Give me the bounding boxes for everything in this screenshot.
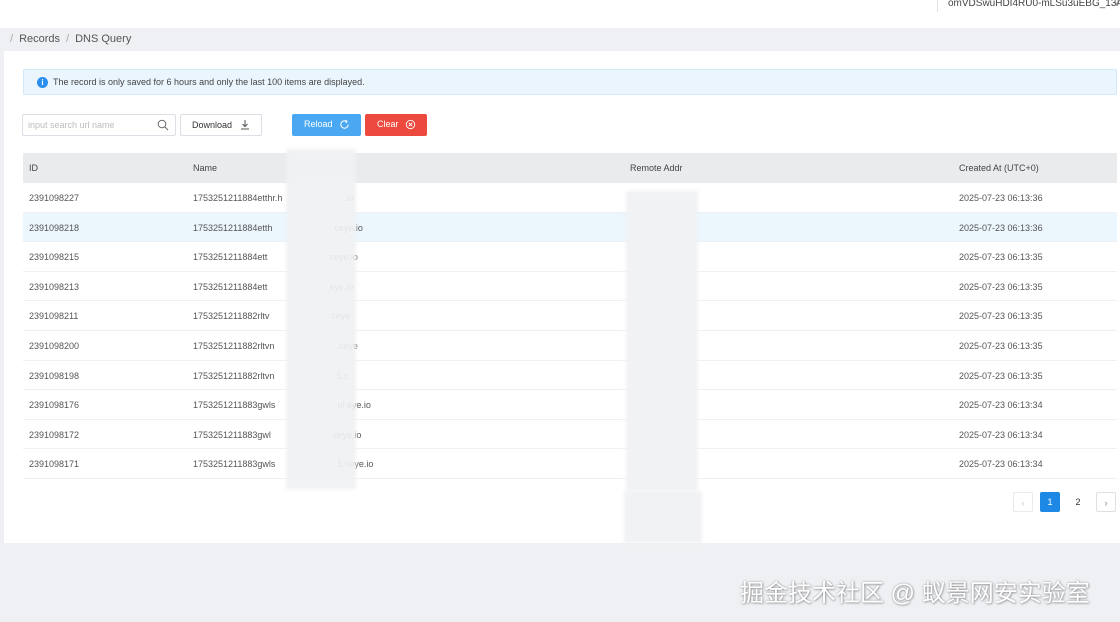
cell-name-prefix: 1753251211883gwls: [193, 400, 276, 411]
download-icon: [241, 120, 249, 130]
breadcrumb-dns-query: DNS Query: [75, 33, 132, 45]
reload-label: Reload: [304, 119, 333, 129]
breadcrumb: / Records / DNS Query: [0, 28, 1120, 50]
table-row[interactable]: 23910981981753251211882rltvn5.c2025-07-2…: [23, 361, 1117, 391]
cell-id: 2391098215: [29, 252, 80, 263]
redaction-blur: [626, 191, 698, 491]
cell-name-prefix: 1753251211883gwls: [193, 459, 276, 470]
cell-id: 2391098172: [29, 429, 80, 440]
cell-created-at: 2025-07-23 06:13:34: [959, 429, 1043, 440]
top-bar: omVDSwuHDI4RU0-mLSu3uEBG_13A ∨: [0, 0, 1120, 28]
cell-name-prefix: 1753251211882rltv: [193, 311, 270, 322]
table-row[interactable]: 23910982151753251211884ettceye.io2025-07…: [23, 242, 1117, 272]
close-circle-icon: [405, 119, 416, 130]
cell-id: 2391098218: [29, 222, 80, 233]
column-header-created-at: Created At (UTC+0): [959, 163, 1039, 173]
pagination-prev-button[interactable]: ‹: [1013, 492, 1033, 512]
cell-id: 2391098171: [29, 459, 80, 470]
cell-created-at: 2025-07-23 06:13:34: [959, 459, 1043, 470]
watermark-text: 掘金技术社区 @ 蚁景网安实验室: [740, 580, 1090, 607]
cell-created-at: 2025-07-23 06:13:36: [959, 193, 1043, 203]
pagination-page-1[interactable]: 1: [1040, 492, 1060, 512]
cell-created-at: 2025-07-23 06:13:36: [959, 222, 1043, 233]
table-row[interactable]: 23910981761753251211883gwlspl eye.io2025…: [23, 390, 1117, 420]
notice-text: The record is only saved for 6 hours and…: [53, 77, 365, 87]
cell-name-prefix: 1753251211883gwl: [193, 429, 271, 440]
search-input[interactable]: [28, 118, 148, 132]
pagination-next-button[interactable]: ›: [1096, 492, 1116, 512]
table-row[interactable]: 23910982001753251211882rltvn.ceye2025-07…: [23, 331, 1117, 361]
cell-id: 2391098200: [29, 340, 80, 351]
column-header-remote-addr: Remote Addr: [630, 163, 683, 173]
cell-created-at: 2025-07-23 06:13:35: [959, 311, 1043, 322]
cell-id: 2391098213: [29, 281, 80, 292]
table-body: 23910982271753251211884etthr.h.io2025-07…: [23, 183, 1117, 479]
breadcrumb-separator: /: [10, 33, 14, 45]
main-panel: i The record is only saved for 6 hours a…: [4, 51, 1120, 543]
cell-id: 2391098211: [29, 311, 79, 322]
chevron-down-icon[interactable]: ∨: [1113, 0, 1120, 8]
cell-created-at: 2025-07-23 06:13:35: [959, 340, 1043, 351]
table-header: ID Name Remote Addr Created At (UTC+0): [23, 153, 1117, 183]
cell-id: 2391098227: [29, 193, 80, 203]
table-row[interactable]: 23910982131753251211884etteye.io2025-07-…: [23, 272, 1117, 302]
cell-name-prefix: 1753251211884etth: [193, 222, 273, 233]
redaction-blur: [286, 149, 356, 489]
cell-created-at: 2025-07-23 06:13:34: [959, 400, 1043, 411]
cell-name-prefix: 1753251211882rltvn: [193, 370, 275, 381]
clear-label: Clear: [377, 119, 399, 129]
top-bar-divider: [937, 0, 938, 12]
records-table: ID Name Remote Addr Created At (UTC+0) 2…: [23, 153, 1117, 479]
cell-id: 2391098176: [29, 400, 80, 411]
column-header-name: Name: [193, 163, 218, 173]
download-label: Download: [192, 120, 233, 130]
info-notice: i The record is only saved for 6 hours a…: [23, 69, 1117, 95]
cell-created-at: 2025-07-23 06:13:35: [959, 281, 1043, 292]
table-row[interactable]: 23910982271753251211884etthr.h.io2025-07…: [23, 183, 1117, 213]
column-header-id: ID: [29, 163, 38, 173]
download-button[interactable]: Download: [180, 114, 262, 136]
redaction-blur: [624, 491, 702, 543]
cell-name-prefix: 1753251211884etthr.h: [193, 193, 283, 203]
user-menu[interactable]: omVDSwuHDI4RU0-mLSu3uEBG_13A: [948, 0, 1120, 9]
clear-button[interactable]: Clear: [365, 114, 427, 136]
cell-created-at: 2025-07-23 06:13:35: [959, 370, 1043, 381]
breadcrumb-separator: /: [66, 33, 70, 45]
refresh-icon: [340, 119, 349, 129]
cell-name-prefix: 1753251211884ett: [193, 281, 268, 292]
cell-id: 2391098198: [29, 370, 80, 381]
cell-created-at: 2025-07-23 06:13:35: [959, 252, 1043, 263]
search-icon[interactable]: [157, 119, 169, 131]
reload-button[interactable]: Reload: [292, 114, 361, 136]
breadcrumb-records[interactable]: Records: [19, 33, 60, 45]
info-icon: i: [37, 77, 48, 88]
cell-name-prefix: 1753251211882rltvn: [193, 340, 275, 351]
table-row[interactable]: 23910981711753251211883gwls5.ceye.io2025…: [23, 449, 1117, 479]
table-row[interactable]: 23910981721753251211883gwlceye.io2025-07…: [23, 420, 1117, 450]
search-box[interactable]: [22, 114, 176, 136]
table-row[interactable]: 23910982111753251211882rltvceye2025-07-2…: [23, 301, 1117, 331]
cell-name-prefix: 1753251211884ett: [193, 252, 268, 263]
pagination-page-2[interactable]: 2: [1068, 492, 1088, 512]
table-row[interactable]: 23910982181753251211884etthceye.io2025-0…: [23, 212, 1117, 243]
